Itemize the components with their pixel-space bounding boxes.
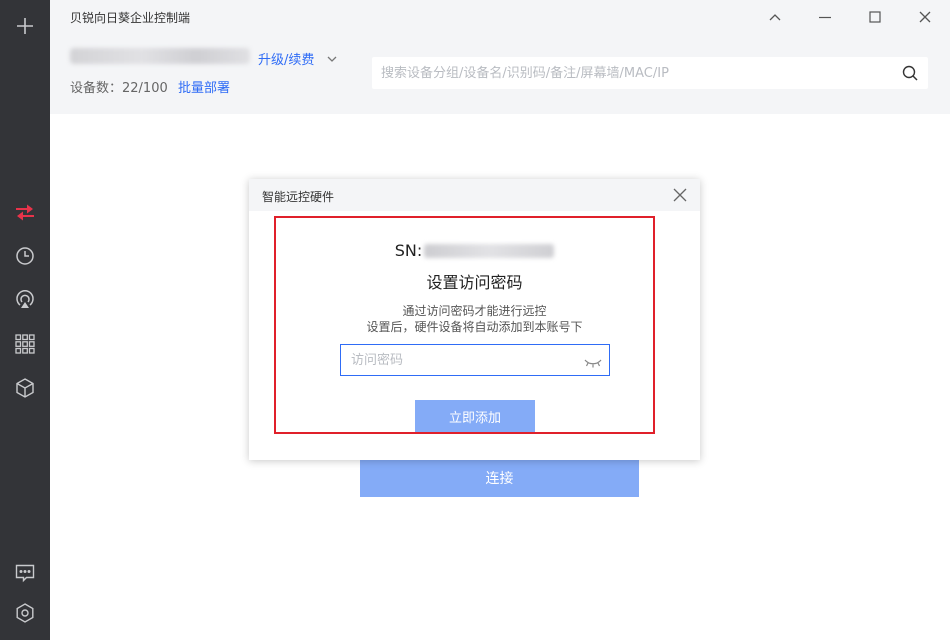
desc-line-1: 通过访问密码才能进行远控 — [402, 304, 547, 318]
serial-number: SN: — [249, 240, 700, 260]
desc-line-2: 设置后，硬件设备将自动添加到本账号下 — [366, 320, 583, 334]
password-field — [340, 344, 610, 376]
search-input[interactable] — [372, 57, 891, 89]
smart-hardware-dialog: 智能远控硬件 SN: 设置访问密码 通过访问密码才能进行远控 设置后，硬件设备将… — [249, 179, 700, 460]
dialog-heading: 设置访问密码 — [426, 273, 523, 292]
chevron-down-icon[interactable] — [326, 50, 338, 69]
app-title: 贝锐向日葵企业控制端 — [70, 11, 191, 25]
apps-icon[interactable] — [10, 329, 40, 359]
dialog-title: 智能远控硬件 — [262, 190, 335, 204]
message-icon[interactable] — [10, 558, 40, 588]
sn-value — [424, 243, 555, 258]
password-input[interactable] — [341, 345, 581, 375]
sn-label: SN: — [394, 241, 423, 260]
dialog-close-icon[interactable] — [673, 187, 687, 206]
cube-icon[interactable] — [10, 373, 40, 403]
history-icon[interactable] — [10, 241, 40, 271]
remote-control-icon[interactable] — [10, 197, 40, 227]
maximize-icon[interactable] — [862, 4, 888, 30]
minimize-icon[interactable] — [812, 4, 838, 30]
search-icon[interactable] — [902, 65, 918, 85]
cast-icon[interactable] — [10, 285, 40, 315]
upgrade-link[interactable]: 升级/续费 — [258, 49, 314, 68]
search-box — [372, 57, 928, 89]
dialog-header: 智能远控硬件 — [249, 179, 700, 211]
collapse-icon[interactable] — [762, 4, 788, 30]
sidebar — [0, 0, 50, 640]
connect-button[interactable]: 连接 — [360, 459, 639, 497]
add-now-button[interactable]: 立即添加 — [415, 400, 535, 432]
dialog-description: 通过访问密码才能进行远控 设置后，硬件设备将自动添加到本账号下 — [249, 303, 700, 335]
settings-icon[interactable] — [10, 598, 40, 628]
bulk-deploy-link[interactable]: 批量部署 — [178, 77, 230, 96]
header: 贝锐向日葵企业控制端 升级/续费 设备数：22/100 批量部署 — [50, 0, 950, 114]
account-name — [70, 48, 250, 64]
eye-closed-icon[interactable] — [583, 354, 603, 373]
device-count: 设备数：22/100 — [70, 81, 168, 96]
add-icon[interactable] — [10, 11, 40, 41]
close-icon[interactable] — [912, 4, 938, 30]
